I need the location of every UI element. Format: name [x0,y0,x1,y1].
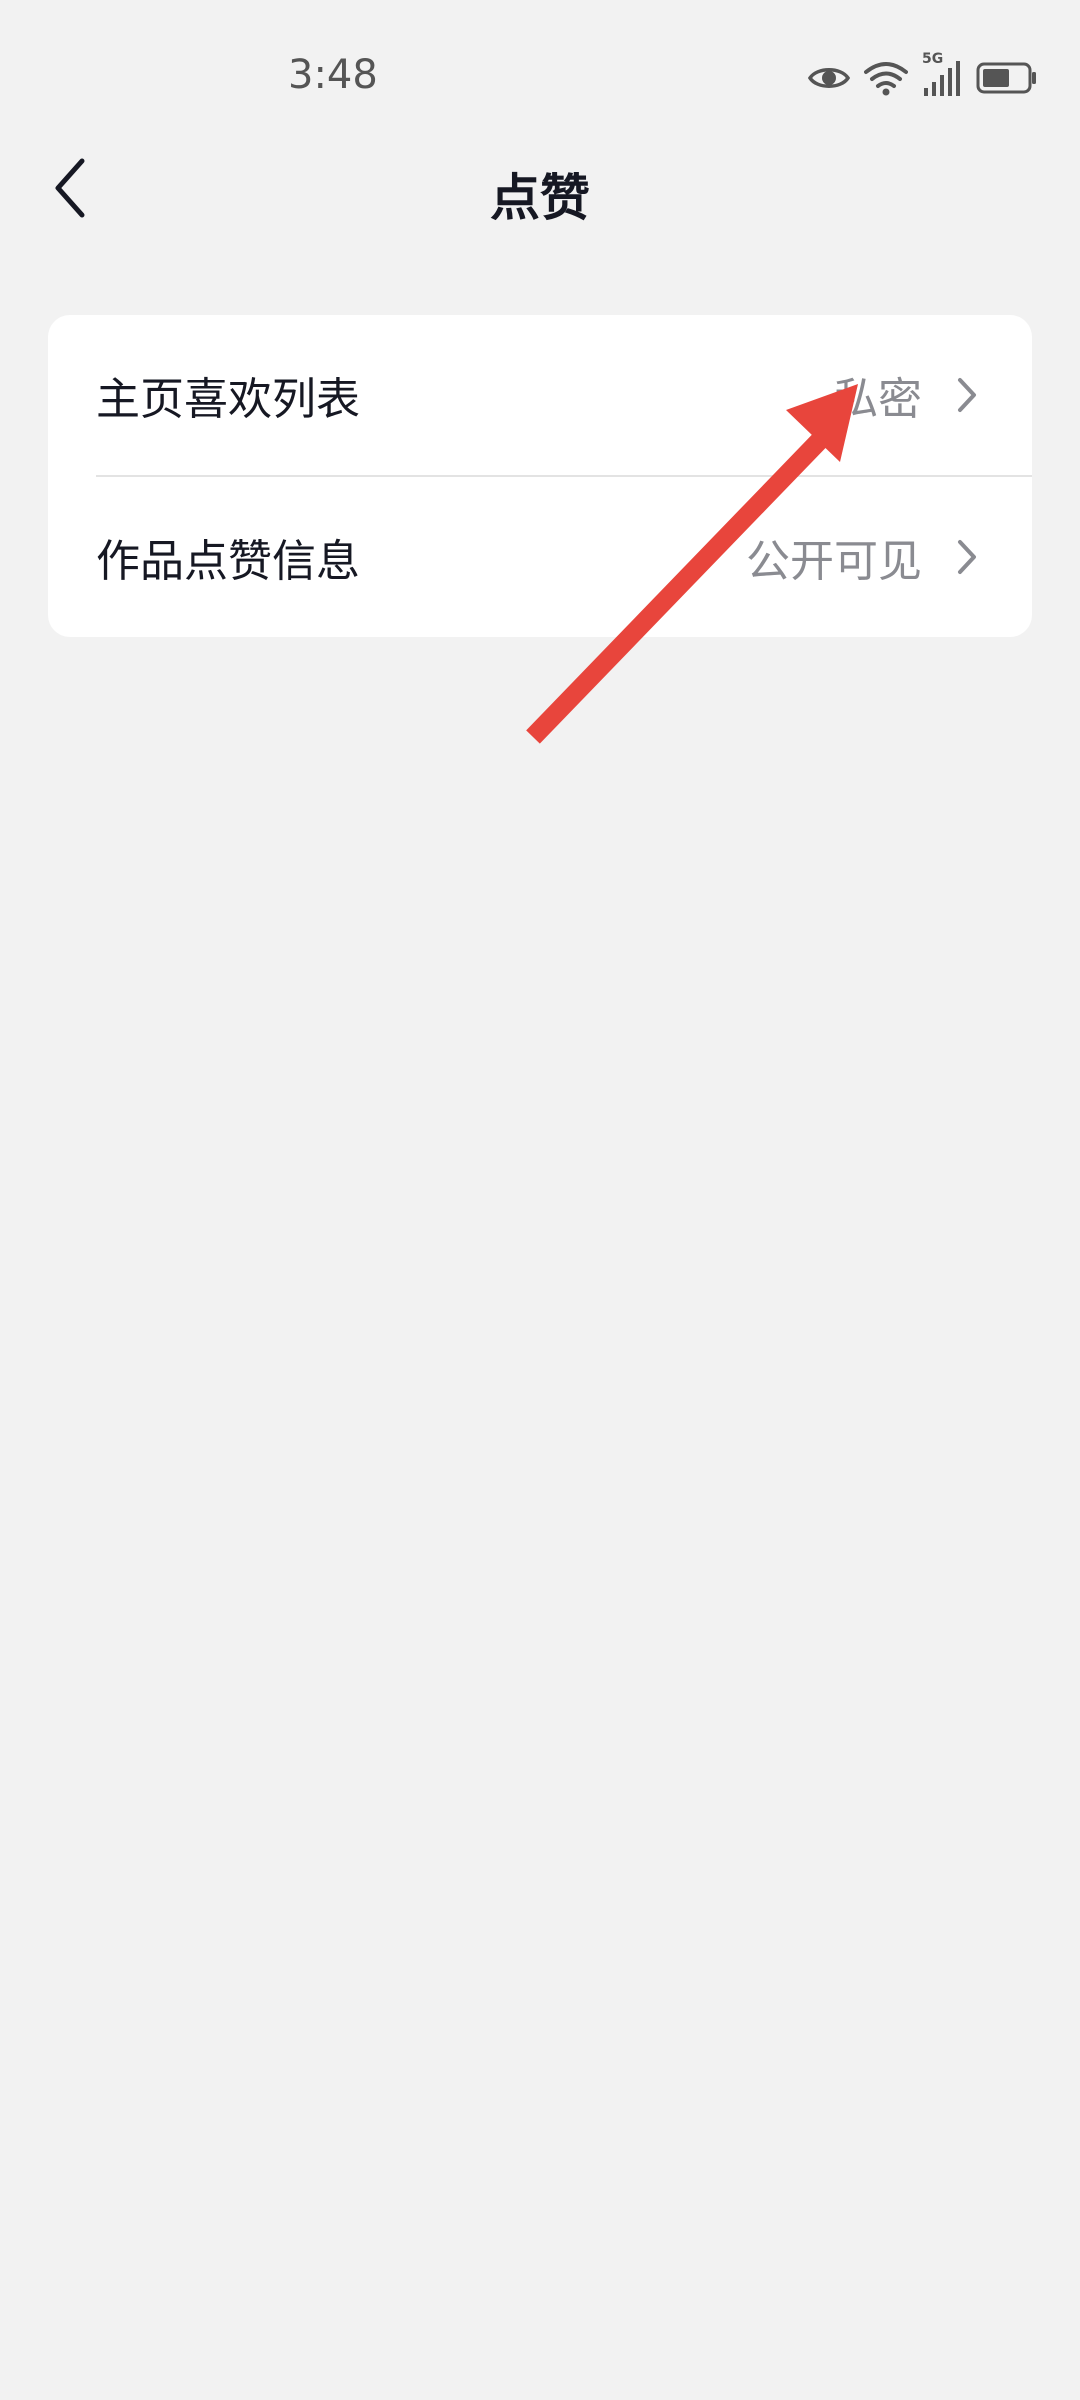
chevron-right-icon [952,373,982,417]
signal-icon: 5G [922,52,962,98]
setting-work-like-info[interactable]: 作品点赞信息 公开可见 [48,477,1032,637]
setting-value: 公开可见 [746,536,922,587]
status-time: 3:48 [288,52,378,98]
status-icons: 5G [808,52,1038,100]
status-bar: 3:48 5G [0,0,1080,150]
eye-icon [808,63,850,93]
setting-label: 主页喜欢列表 [96,374,360,425]
nav-bar: 点赞 [0,140,1080,240]
wifi-icon [864,60,908,96]
page-title: 点赞 [490,169,590,227]
setting-label: 作品点赞信息 [96,536,360,587]
battery-icon [976,61,1038,95]
setting-value: 私密 [834,374,922,425]
chevron-right-icon [952,535,982,579]
settings-card: 主页喜欢列表 私密 作品点赞信息 公开可见 [48,315,1032,637]
setting-homepage-likes-list[interactable]: 主页喜欢列表 私密 [48,315,1032,475]
